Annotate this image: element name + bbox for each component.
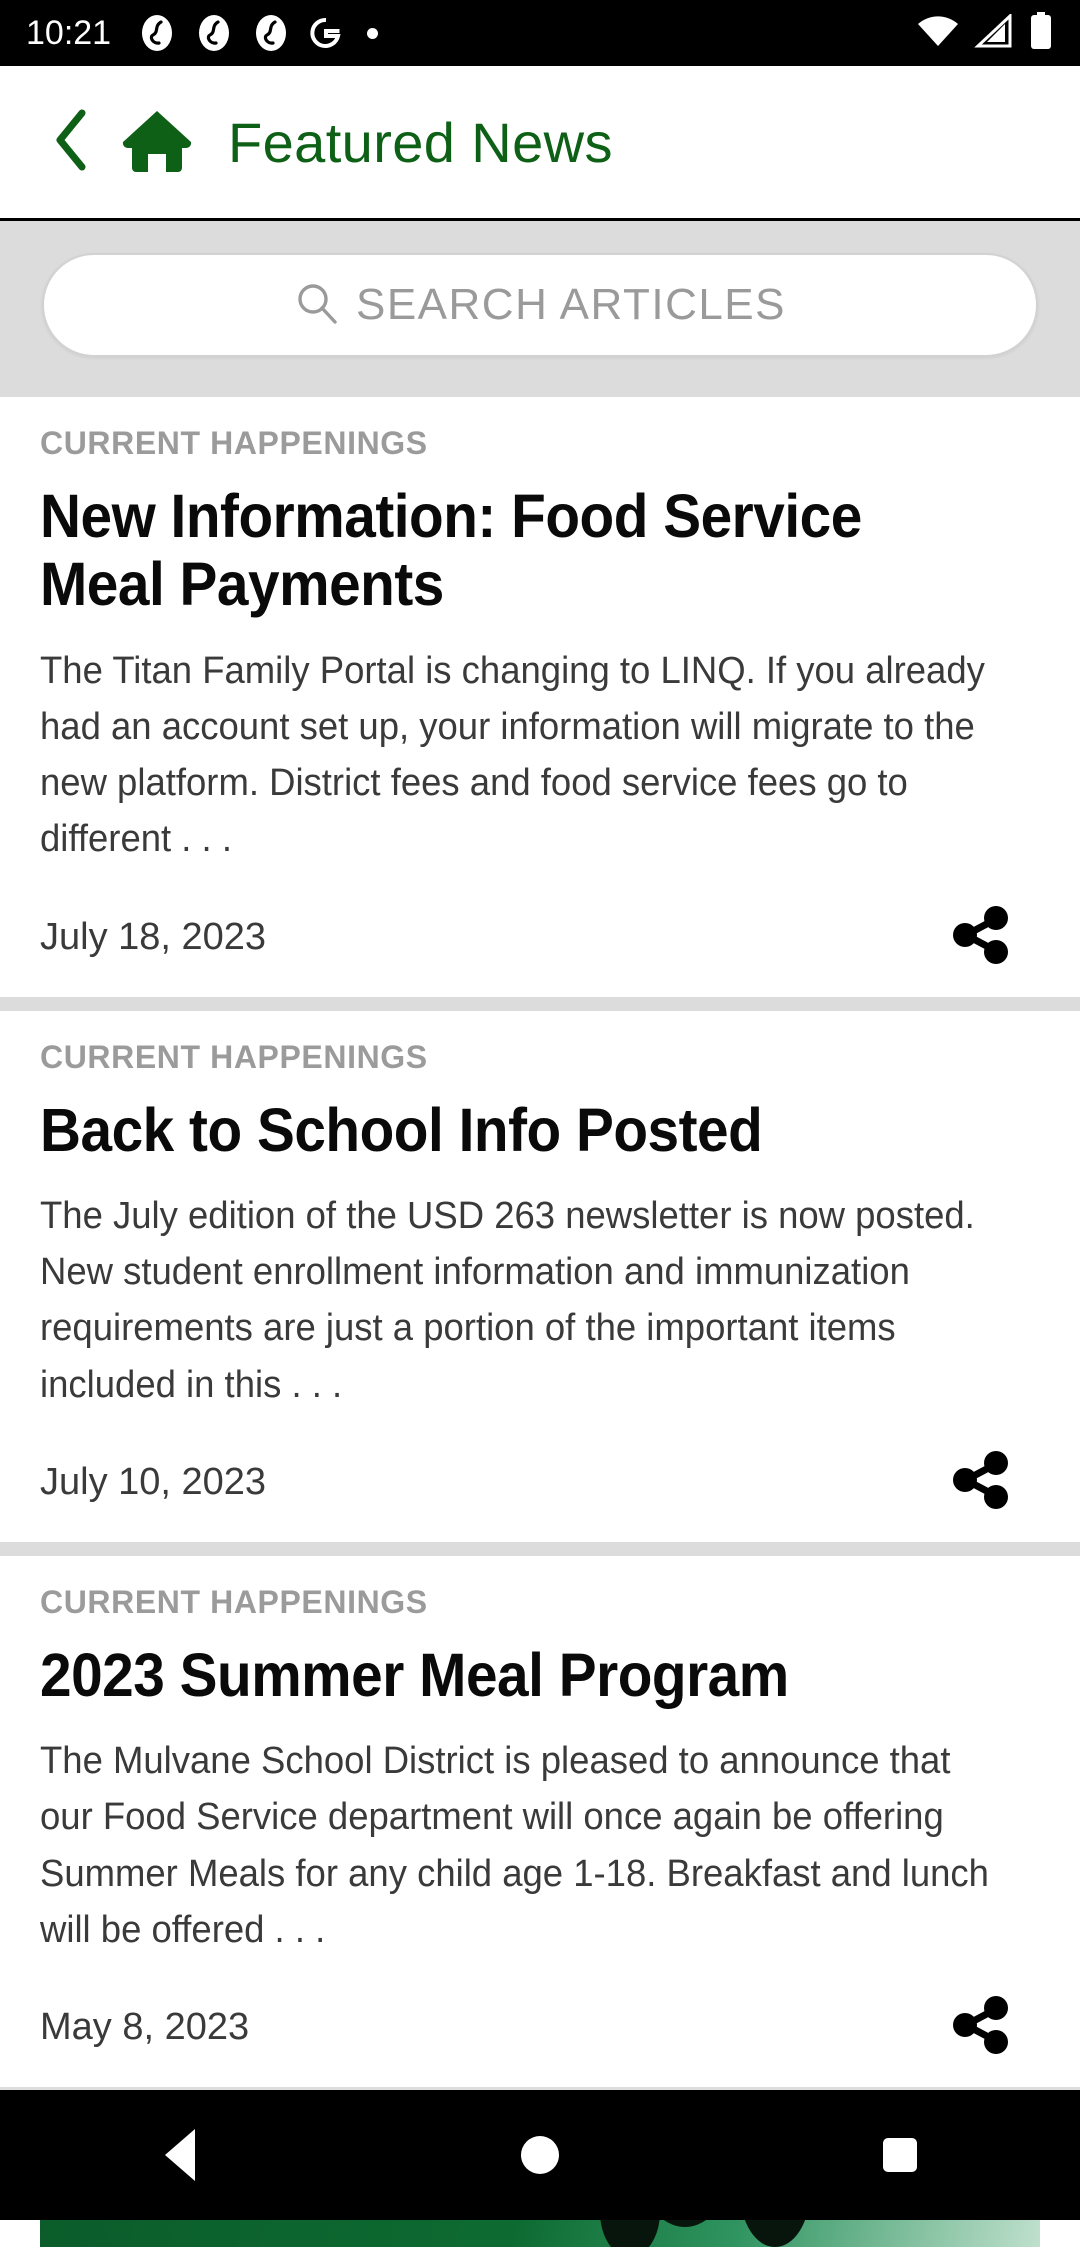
share-icon [950,1449,1012,1516]
home-button[interactable] [120,106,194,179]
share-button[interactable] [950,1449,1012,1516]
article-excerpt: The July edition of the USD 263 newslett… [40,1194,975,1406]
article-excerpt: The Mulvane School District is pleased t… [40,1740,989,1951]
search-icon [294,280,340,331]
app-notification-icon [194,13,234,53]
article-date: July 10, 2023 [40,1460,267,1503]
square-recents-icon [883,2138,917,2172]
cellular-signal-icon [974,12,1014,53]
article-title: Back to School Info Posted [40,1095,763,1164]
share-icon [950,1994,1012,2061]
article-footer: July 18, 2023 [40,904,1040,983]
article-card[interactable]: CURRENT HAPPENINGS New Information: Food… [0,397,1080,1011]
status-bar: 10:21 [0,0,1080,66]
app-notification-icon [137,13,177,53]
dot-icon [367,27,379,39]
app-notification-icon [251,13,291,53]
article-footer: July 10, 2023 [40,1449,1040,1528]
nav-recents-button[interactable] [810,2090,990,2220]
search-input[interactable]: SEARCH ARTICLES [42,253,1038,357]
article-list: CURRENT HAPPENINGS New Information: Food… [0,397,1080,2247]
article-card[interactable]: CURRENT HAPPENINGS Back to School Info P… [0,1010,1080,1556]
circle-home-icon [521,2136,559,2174]
article-title: New Information: Food Service Meal Payme… [40,482,862,619]
triangle-back-icon [165,2129,195,2181]
article-excerpt: The Titan Family Portal is changing to L… [40,649,985,861]
article-footer: May 8, 2023 [40,1994,1040,2073]
status-bar-clock: 10:21 [26,13,112,52]
status-bar-notification-icons [137,13,916,53]
article-category: CURRENT HAPPENINGS [40,1038,428,1075]
battery-icon [1028,11,1054,55]
app-header: Featured News [0,66,1080,221]
search-input-inner: SEARCH ARTICLES [294,280,786,331]
nav-back-button[interactable] [90,2090,270,2220]
back-button[interactable] [50,107,94,178]
wifi-icon [916,14,960,53]
system-navigation-bar [0,2090,1080,2220]
article-title: 2023 Summer Meal Program [40,1640,789,1709]
share-icon [950,904,1012,971]
article-category: CURRENT HAPPENINGS [40,425,428,461]
search-section: SEARCH ARTICLES [0,221,1080,397]
status-bar-system-icons [916,11,1054,55]
chevron-left-icon [50,107,94,178]
article-date: May 8, 2023 [40,2006,250,2049]
nav-home-button[interactable] [450,2090,630,2220]
google-icon [308,15,344,51]
home-icon [120,106,194,179]
article-card[interactable]: CURRENT HAPPENINGS 2023 Summer Meal Prog… [0,1555,1080,2102]
article-date: July 18, 2023 [40,915,267,958]
share-button[interactable] [950,1994,1012,2061]
search-placeholder: SEARCH ARTICLES [355,280,787,329]
page-title: Featured News [228,110,613,174]
share-button[interactable] [950,904,1012,971]
article-category: CURRENT HAPPENINGS [40,1583,428,1620]
